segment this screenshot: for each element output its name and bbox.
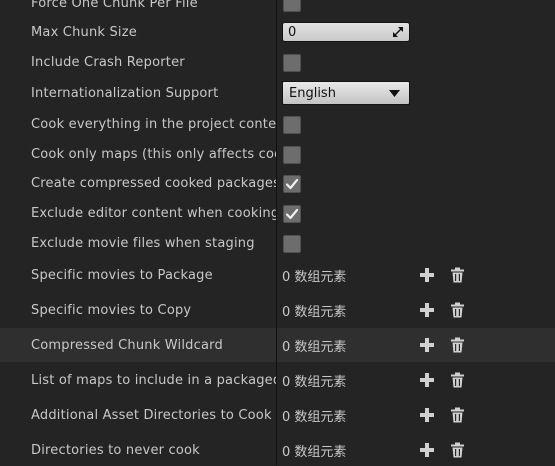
trash-icon[interactable] — [451, 407, 464, 423]
drag-arrows-icon[interactable] — [392, 26, 404, 38]
triangle-down-icon — [389, 89, 400, 97]
exclude-movie-files-checkbox[interactable] — [283, 234, 301, 253]
row-force-one-chunk-per-file: Force One Chunk Per File — [0, 0, 555, 14]
trash-icon[interactable] — [451, 337, 464, 353]
max-chunk-size-input[interactable]: 0 — [282, 22, 410, 42]
plus-icon[interactable] — [420, 338, 434, 352]
row-list-of-maps-to-include: List of maps to include in a packaged bu… — [0, 364, 555, 396]
array-count: 0 数组元素 — [282, 304, 347, 320]
row-label: Force One Chunk Per File — [31, 0, 198, 11]
row-specific-movies-to-copy: Specific movies to Copy 0 数组元素 — [0, 294, 555, 326]
row-create-compressed-cooked-packages: Create compressed cooked packages — [0, 171, 555, 196]
row-value — [282, 112, 301, 137]
row-label: Max Chunk Size — [31, 24, 137, 40]
row-label: Cook everything in the project content — [31, 117, 276, 132]
cook-everything-checkbox[interactable] — [283, 115, 301, 134]
create-compressed-checkbox[interactable] — [283, 174, 301, 193]
row-value: 0 数组元素 — [282, 434, 346, 466]
row-value: 0 数组元素 — [282, 328, 346, 362]
row-exclude-editor-content: Exclude editor content when cooking — [0, 201, 555, 226]
row-value: 0 数组元素 — [282, 399, 346, 431]
plus-icon[interactable] — [420, 268, 434, 282]
row-value — [282, 50, 301, 75]
row-label: Exclude movie files when staging — [31, 236, 255, 251]
row-label: Directories to never cook — [31, 442, 200, 458]
dropdown-value: English — [289, 85, 336, 101]
number-value: 0 — [288, 24, 297, 40]
project-settings-panel: Force One Chunk Per File Max Chunk Size … — [0, 0, 555, 465]
trash-icon[interactable] — [451, 267, 464, 283]
plus-icon[interactable] — [420, 303, 434, 317]
checkmark-icon — [285, 208, 299, 219]
row-cook-only-maps: Cook only maps (this only affects cookal… — [0, 142, 555, 167]
row-value — [282, 142, 301, 167]
array-count: 0 数组元素 — [282, 444, 347, 460]
row-label: Cook only maps (this only affects cookal… — [31, 147, 276, 162]
row-value — [282, 201, 301, 226]
row-value: 0 数组元素 — [282, 364, 346, 396]
row-additional-asset-directories: Additional Asset Directories to Cook 0 数… — [0, 399, 555, 431]
row-include-crash-reporter: Include Crash Reporter — [0, 50, 555, 75]
trash-icon[interactable] — [451, 302, 464, 318]
row-compressed-chunk-wildcard: Compressed Chunk Wildcard 0 数组元素 — [0, 328, 555, 362]
row-value: 0 — [282, 20, 410, 44]
row-value — [282, 0, 301, 14]
row-internationalization-support: Internationalization Support English — [0, 80, 555, 106]
cook-only-maps-checkbox[interactable] — [283, 145, 301, 164]
row-label: Compressed Chunk Wildcard — [31, 337, 223, 353]
plus-icon[interactable] — [420, 373, 434, 387]
row-label: Create compressed cooked packages — [31, 176, 276, 191]
row-value — [282, 231, 301, 256]
row-label: Additional Asset Directories to Cook — [31, 407, 272, 423]
row-label: Specific movies to Copy — [31, 302, 192, 318]
row-exclude-movie-files: Exclude movie files when staging — [0, 231, 555, 256]
internationalization-dropdown[interactable]: English — [282, 81, 410, 105]
array-count: 0 数组元素 — [282, 339, 347, 355]
trash-icon[interactable] — [451, 372, 464, 388]
row-label: Exclude editor content when cooking — [31, 206, 276, 221]
row-label: Include Crash Reporter — [31, 55, 185, 70]
row-label: Internationalization Support — [31, 85, 219, 101]
exclude-editor-content-checkbox[interactable] — [283, 204, 301, 223]
row-value: 0 数组元素 — [282, 294, 346, 326]
trash-icon[interactable] — [451, 442, 464, 458]
row-max-chunk-size: Max Chunk Size 0 — [0, 20, 555, 44]
row-specific-movies-to-package: Specific movies to Package 0 数组元素 — [0, 259, 555, 291]
plus-icon[interactable] — [420, 443, 434, 457]
force-one-chunk-checkbox[interactable] — [283, 0, 301, 12]
row-value: English — [282, 80, 410, 106]
row-value: 0 数组元素 — [282, 259, 346, 291]
row-label: Specific movies to Package — [31, 267, 213, 283]
include-crash-reporter-checkbox[interactable] — [283, 53, 301, 72]
checkmark-icon — [285, 178, 299, 189]
row-directories-to-never-cook: Directories to never cook 0 数组元素 — [0, 434, 555, 466]
row-cook-everything: Cook everything in the project content — [0, 112, 555, 137]
array-count: 0 数组元素 — [282, 409, 347, 425]
row-label: List of maps to include in a packaged bu… — [31, 372, 276, 388]
column-divider[interactable] — [276, 0, 277, 465]
array-count: 0 数组元素 — [282, 269, 347, 285]
row-value — [282, 171, 301, 196]
plus-icon[interactable] — [420, 408, 434, 422]
array-count: 0 数组元素 — [282, 374, 347, 390]
